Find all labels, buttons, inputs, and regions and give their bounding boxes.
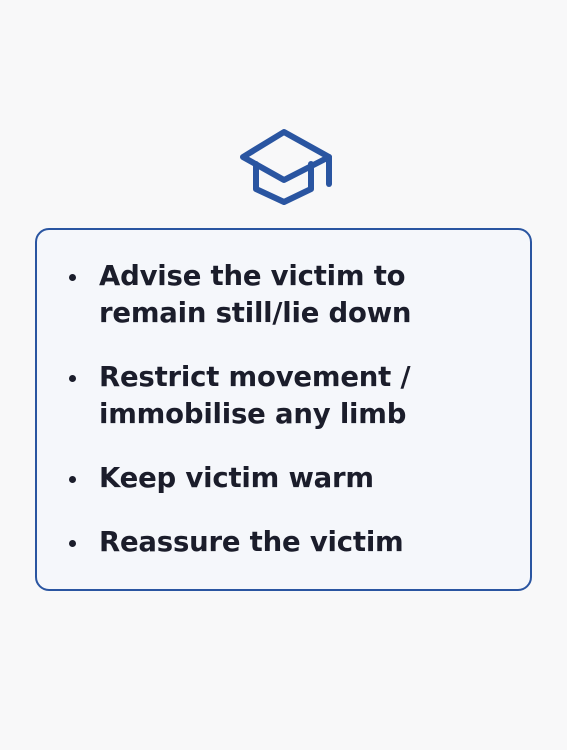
list-item: Advise the victim to remain still/lie do…: [37, 258, 530, 332]
bullet-dot: [69, 274, 76, 281]
graduation-cap-icon: [239, 127, 333, 207]
list-item-text: Advise the victim to remain still/lie do…: [99, 260, 412, 329]
tips-list: Advise the victim to remain still/lie do…: [37, 258, 530, 588]
bullet-dot: [69, 375, 76, 382]
bullet-dot: [69, 476, 76, 483]
list-item: Restrict movement / immobilise any limb: [37, 359, 530, 433]
list-item-text: Restrict movement / immobilise any limb: [99, 361, 411, 430]
tips-card: Advise the victim to remain still/lie do…: [35, 228, 532, 591]
list-item: Reassure the victim: [37, 524, 530, 561]
list-item-text: Keep victim warm: [99, 462, 374, 494]
bullet-dot: [69, 540, 76, 547]
list-item-text: Reassure the victim: [99, 526, 404, 558]
list-item: Keep victim warm: [37, 460, 530, 497]
